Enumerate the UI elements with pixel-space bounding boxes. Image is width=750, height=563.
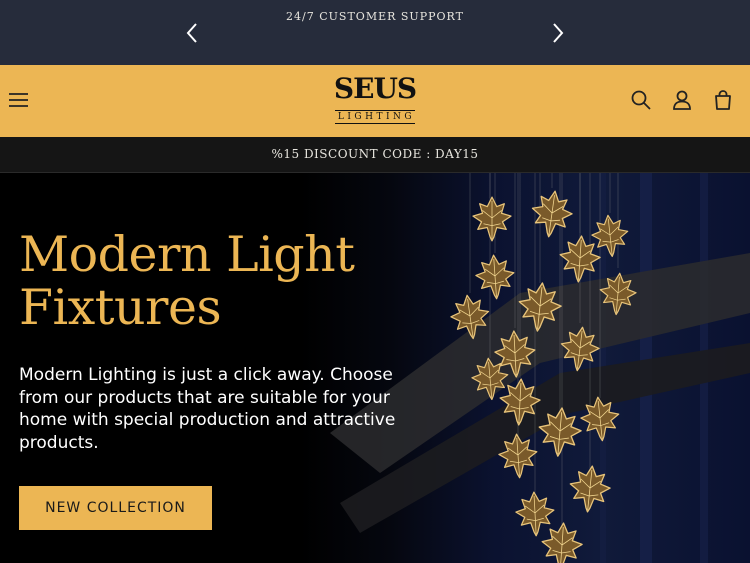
announcement-text: 24/7 CUSTOMER SUPPORT xyxy=(286,10,464,23)
new-collection-button[interactable]: NEW COLLECTION xyxy=(19,486,212,530)
search-icon[interactable] xyxy=(630,89,652,111)
hero-title-line-1: Modern Light xyxy=(19,226,355,283)
hero-title: Modern Light Fixtures xyxy=(19,228,449,334)
promo-bar: %15 DISCOUNT CODE : DAY15 xyxy=(0,137,750,173)
site-header: SEUS LIGHTING xyxy=(0,65,750,137)
cart-icon[interactable] xyxy=(712,89,734,111)
hero-banner: Modern Light Fixtures Modern Lighting is… xyxy=(0,173,750,563)
chevron-left-icon[interactable] xyxy=(180,19,204,47)
hero-title-line-2: Fixtures xyxy=(19,279,222,336)
logo-sub-text: LIGHTING xyxy=(334,110,416,124)
chevron-right-icon[interactable] xyxy=(546,19,570,47)
account-icon[interactable] xyxy=(671,89,693,111)
announcement-bar: 24/7 CUSTOMER SUPPORT xyxy=(0,0,750,65)
hero-description: Modern Lighting is just a click away. Ch… xyxy=(19,365,396,453)
logo-main-text: SEUS xyxy=(333,72,417,105)
promo-text: %15 DISCOUNT CODE : DAY15 xyxy=(271,147,479,161)
hamburger-menu-icon[interactable] xyxy=(6,87,32,113)
logo[interactable]: SEUS LIGHTING xyxy=(325,74,425,130)
